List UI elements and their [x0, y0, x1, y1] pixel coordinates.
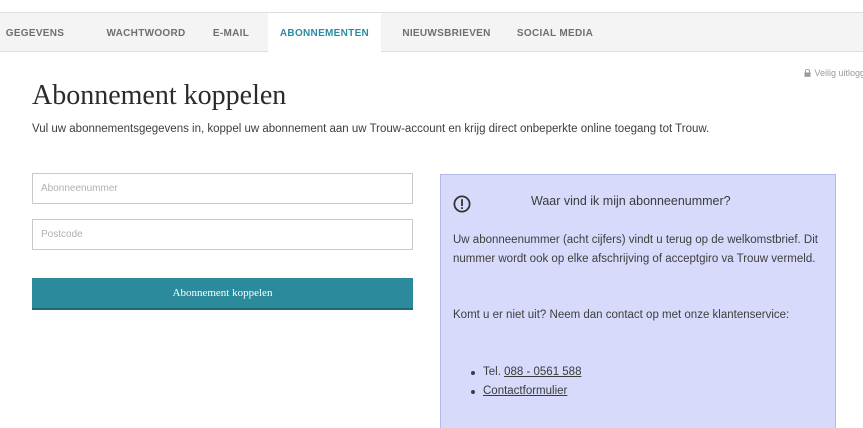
tab-social-media[interactable]: SOCIAL MEDIA: [508, 13, 602, 53]
info-panel: Waar vind ik mijn abonneenummer? Uw abon…: [440, 174, 836, 428]
tab-wachtwoord[interactable]: WACHTWOORD: [94, 13, 198, 53]
tab-email[interactable]: E-MAIL: [206, 13, 256, 53]
contact-form-item: Contactformulier: [471, 382, 581, 401]
contact-phone-item: Tel. 088 - 0561 588: [471, 363, 581, 382]
contact-form-link[interactable]: Contactformulier: [483, 385, 567, 397]
tab-gegevens[interactable]: GEGEVENS: [6, 13, 64, 53]
tab-bar: GEGEVENS WACHTWOORD E-MAIL ABONNEMENTEN …: [0, 12, 863, 54]
info-title: Waar vind ik mijn abonneenummer?: [531, 194, 731, 208]
phone-prefix: Tel.: [483, 366, 505, 378]
phone-link[interactable]: 088 - 0561 588: [504, 366, 581, 378]
link-subscription-button[interactable]: Abonnement koppelen: [32, 278, 413, 310]
info-text: Uw abonneenummer (acht cijfers) vindt u …: [453, 234, 818, 265]
logout-link[interactable]: Veilig uitloggen: [804, 68, 863, 78]
page: GEGEVENS WACHTWOORD E-MAIL ABONNEMENTEN …: [0, 0, 863, 428]
info-header: Waar vind ik mijn abonneenummer?: [453, 189, 825, 219]
tab-nieuwsbrieven[interactable]: NIEUWSBRIEVEN: [392, 13, 501, 53]
subscriber-number-input[interactable]: [32, 173, 413, 204]
contact-list: Tel. 088 - 0561 588 Contactformulier: [471, 363, 581, 401]
postcode-input[interactable]: [32, 219, 413, 250]
tab-abonnementen[interactable]: ABONNEMENTEN: [268, 13, 381, 54]
intro-text: Vul uw abonnementsgegevens in, koppel uw…: [32, 123, 710, 135]
page-title: Abonnement koppelen: [32, 80, 287, 111]
info-circle-icon: [453, 195, 471, 213]
logout-label: Veilig uitloggen: [814, 68, 863, 78]
lock-icon: [804, 69, 811, 77]
info-help-text: Komt u er niet uit? Neem dan contact op …: [453, 309, 790, 321]
